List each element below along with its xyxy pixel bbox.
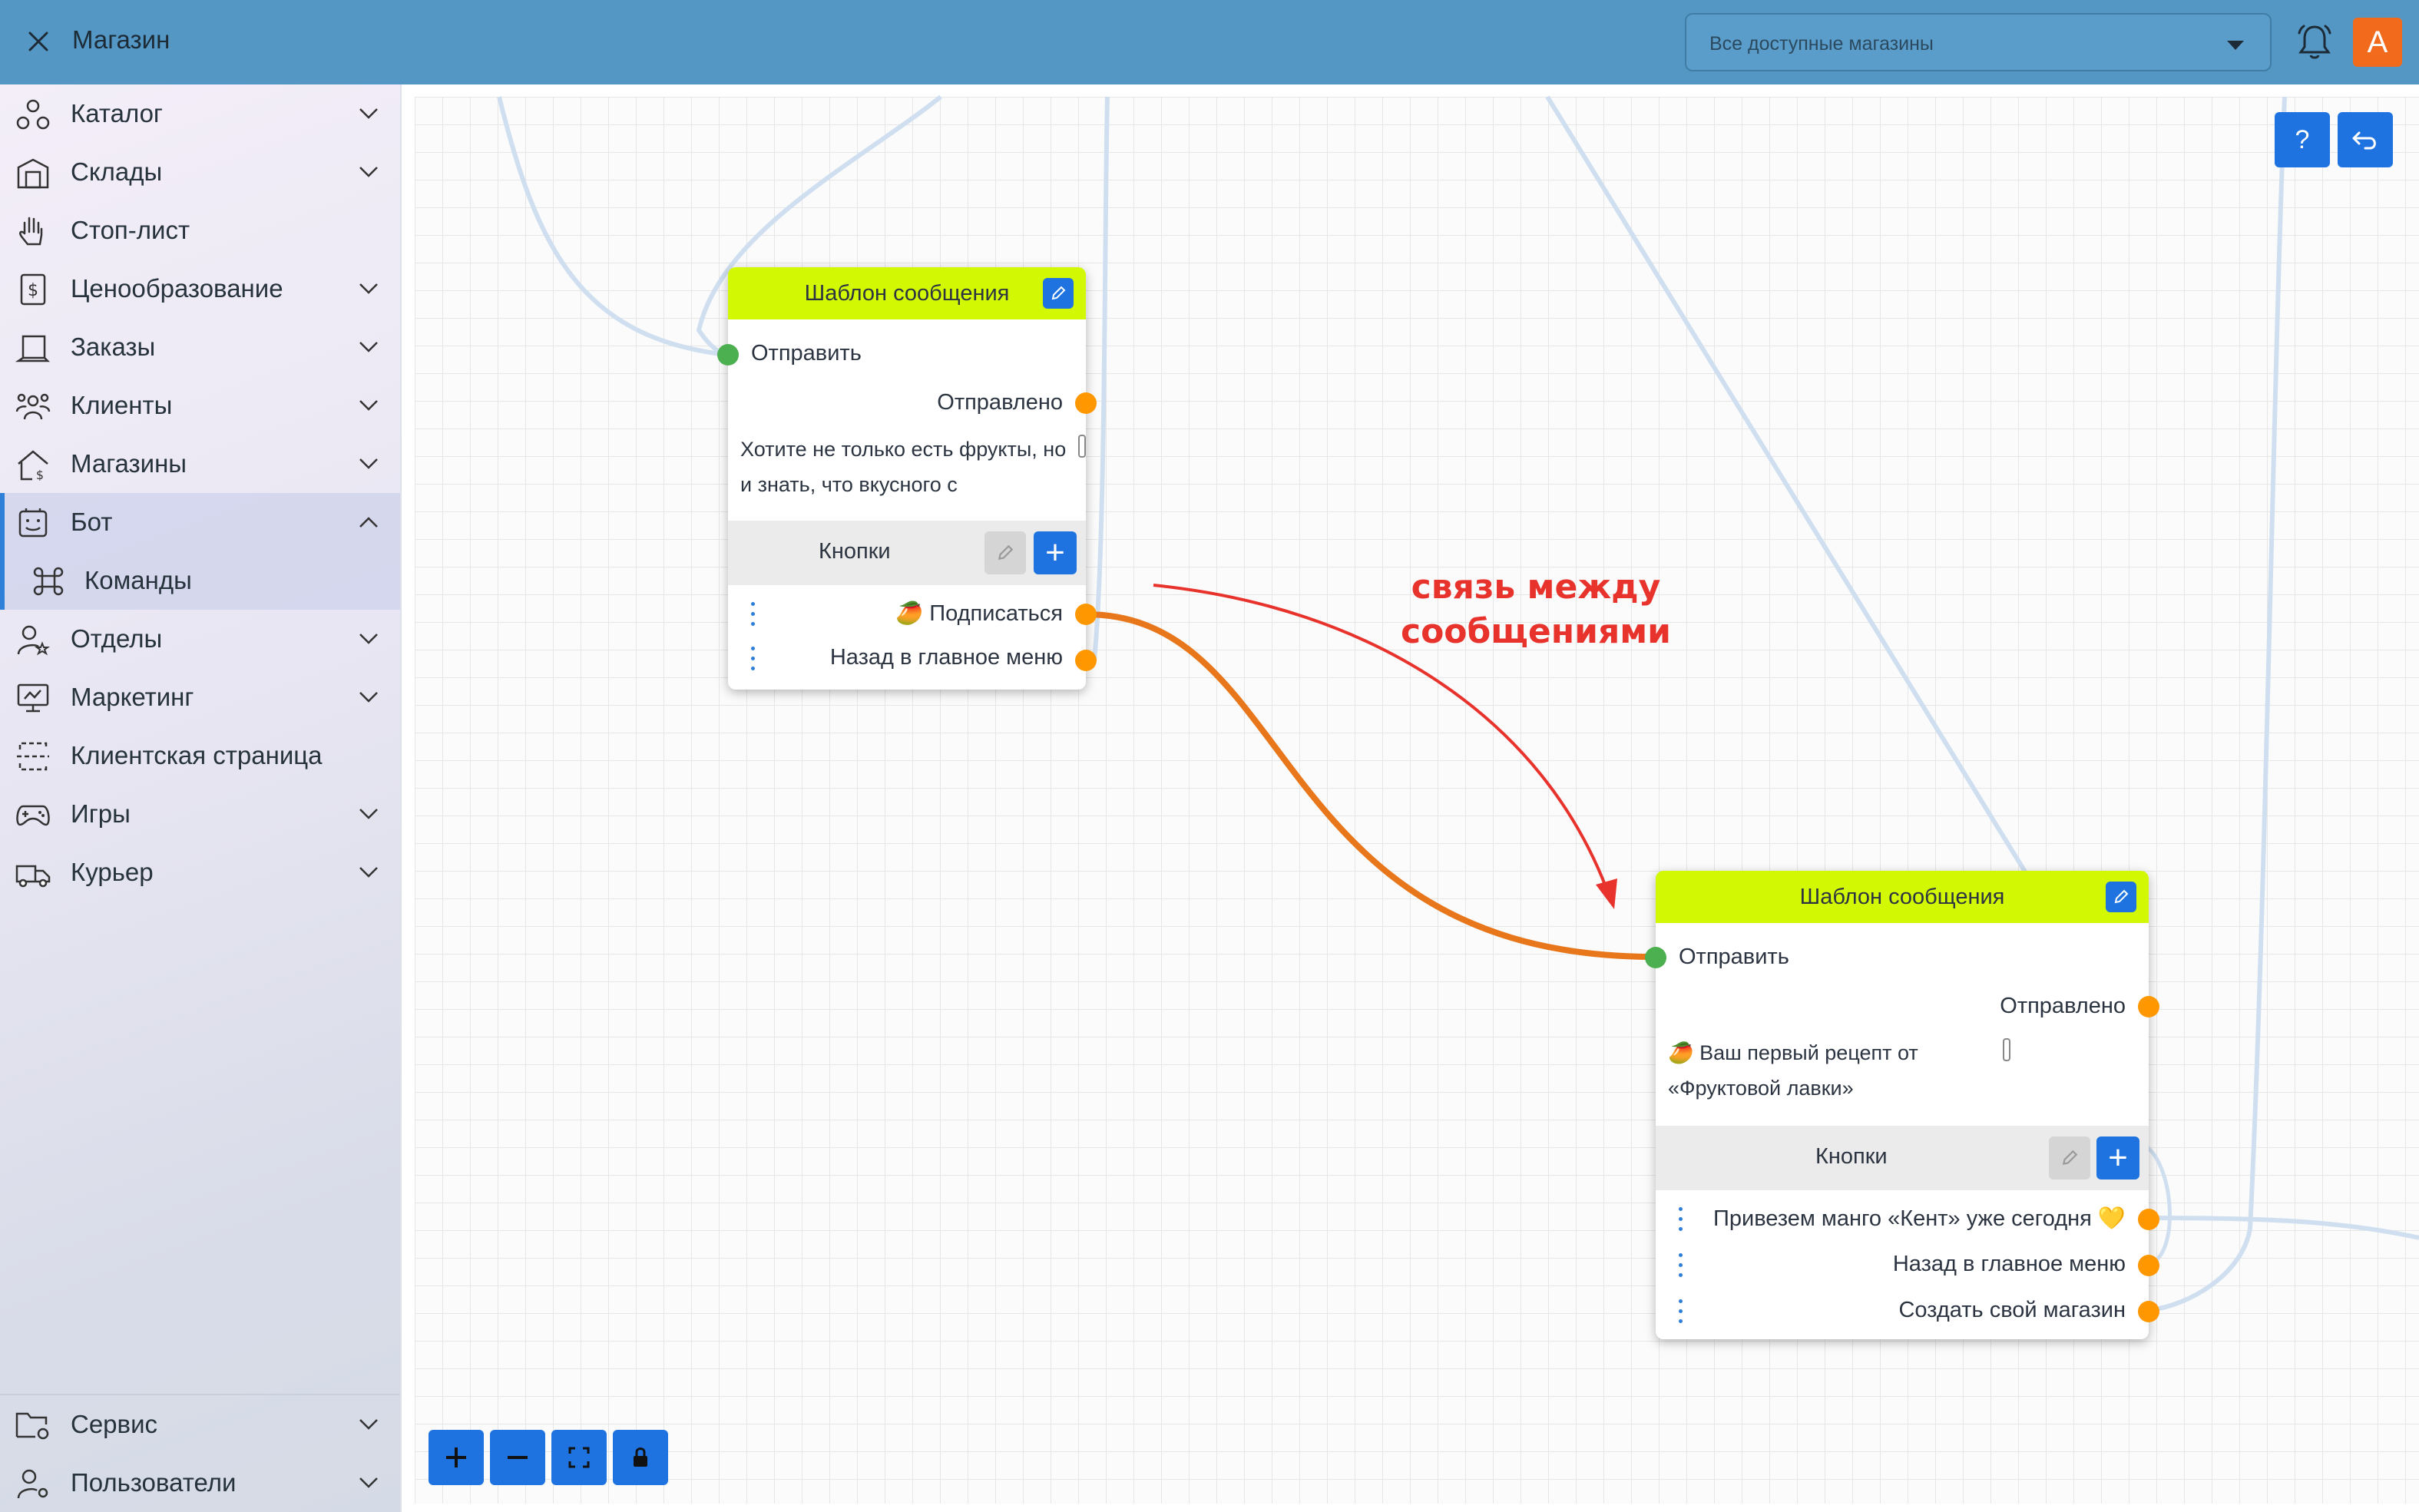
fit-view-icon — [568, 1447, 590, 1468]
zoom-out-button[interactable] — [490, 1430, 545, 1485]
node2-button-port[interactable] — [2138, 1301, 2159, 1322]
pencil-icon — [2062, 1150, 2078, 1166]
message-scrollbar[interactable] — [2003, 1038, 2010, 1061]
add-button-button[interactable]: + — [2096, 1136, 2139, 1179]
background-connection — [1545, 95, 2030, 877]
node1-sent-port[interactable] — [1075, 392, 1097, 414]
drag-handle-icon[interactable] — [1679, 1299, 1685, 1327]
add-button-button[interactable]: + — [1034, 531, 1077, 574]
lock-button[interactable] — [613, 1430, 668, 1485]
node-header: Шаблон сообщения — [728, 267, 1086, 319]
pencil-icon — [998, 544, 1014, 561]
plus-icon — [446, 1447, 466, 1467]
node1-button-port[interactable] — [1075, 604, 1097, 625]
node-output-label: Отправлено — [937, 390, 1063, 415]
edit-buttons-button[interactable] — [984, 531, 1026, 574]
node-title: Шаблон сообщения — [1799, 885, 2005, 909]
message-scrollbar[interactable] — [1078, 435, 1086, 458]
background-connection — [497, 96, 727, 357]
node-button-item[interactable]: Привезем манго «Кент» уже сегодня 💛 — [1713, 1206, 2126, 1232]
lock-icon — [634, 1447, 647, 1467]
background-connection — [1092, 96, 1110, 661]
undo-button[interactable] — [2338, 112, 2393, 167]
node-header: Шаблон сообщения — [1656, 871, 2149, 923]
pencil-icon — [2114, 889, 2129, 904]
drag-handle-icon[interactable] — [1679, 1207, 1685, 1235]
node-button-item[interactable]: 🥭 Подписаться — [895, 600, 1063, 627]
undo-arrow-icon — [2352, 131, 2376, 150]
app-root: Магазин Все доступные магазины А Каталог… — [0, 0, 2419, 1512]
node-message-text: Хотите не только есть фрукты, но и знать… — [740, 438, 1067, 496]
drag-handle-icon[interactable] — [751, 602, 757, 630]
node-message-text: 🥭 Ваш первый рецепт от «Фруктовой лавки» — [1668, 1041, 1918, 1100]
help-button[interactable]: ? — [2275, 112, 2330, 167]
message-connection — [1085, 611, 1655, 960]
node-title: Шаблон сообщения — [804, 281, 1010, 306]
node2-button-port[interactable] — [2138, 1209, 2159, 1230]
pencil-icon — [1051, 286, 1066, 300]
buttons-section: Кнопки + — [1656, 1126, 2149, 1190]
minus-icon — [508, 1456, 528, 1459]
node1-button-port[interactable] — [1075, 650, 1097, 671]
edit-buttons-button[interactable] — [2049, 1136, 2090, 1179]
message-template-node-2[interactable]: Шаблон сообщения Отправить Отправлено 🥭 … — [1656, 871, 2149, 1339]
edit-node-button[interactable] — [1043, 278, 1074, 309]
node-output-label: Отправлено — [2000, 994, 2126, 1018]
node2-input-port[interactable] — [1645, 947, 1666, 968]
message-template-node-1[interactable]: Шаблон сообщения Отправить Отправлено Хо… — [728, 267, 1086, 690]
node-input-label: Отправить — [751, 341, 862, 366]
buttons-section-label: Кнопки — [1815, 1144, 1888, 1169]
node1-input-port[interactable] — [717, 344, 739, 366]
node-input-label: Отправить — [1679, 945, 1789, 969]
node2-sent-port[interactable] — [2138, 996, 2159, 1017]
background-connection — [2149, 1216, 2419, 1240]
buttons-section: Кнопки + — [728, 521, 1086, 585]
buttons-section-label: Кнопки — [819, 539, 891, 564]
drag-handle-icon[interactable] — [751, 647, 757, 674]
edit-node-button[interactable] — [2106, 882, 2136, 912]
background-connection — [2149, 96, 2287, 1312]
node-button-item[interactable]: Создать свой магазин — [1898, 1298, 2126, 1323]
zoom-in-button[interactable] — [429, 1430, 484, 1485]
connection-annotation: связь между сообщениями — [1400, 567, 1672, 651]
annotation-arrowhead — [1596, 878, 1617, 909]
node2-button-port[interactable] — [2138, 1255, 2159, 1276]
fit-view-button[interactable] — [551, 1430, 607, 1485]
node-button-item[interactable]: Назад в главное меню — [1893, 1252, 2126, 1277]
node-button-item[interactable]: Назад в главное меню — [830, 645, 1063, 670]
drag-handle-icon[interactable] — [1679, 1253, 1685, 1281]
